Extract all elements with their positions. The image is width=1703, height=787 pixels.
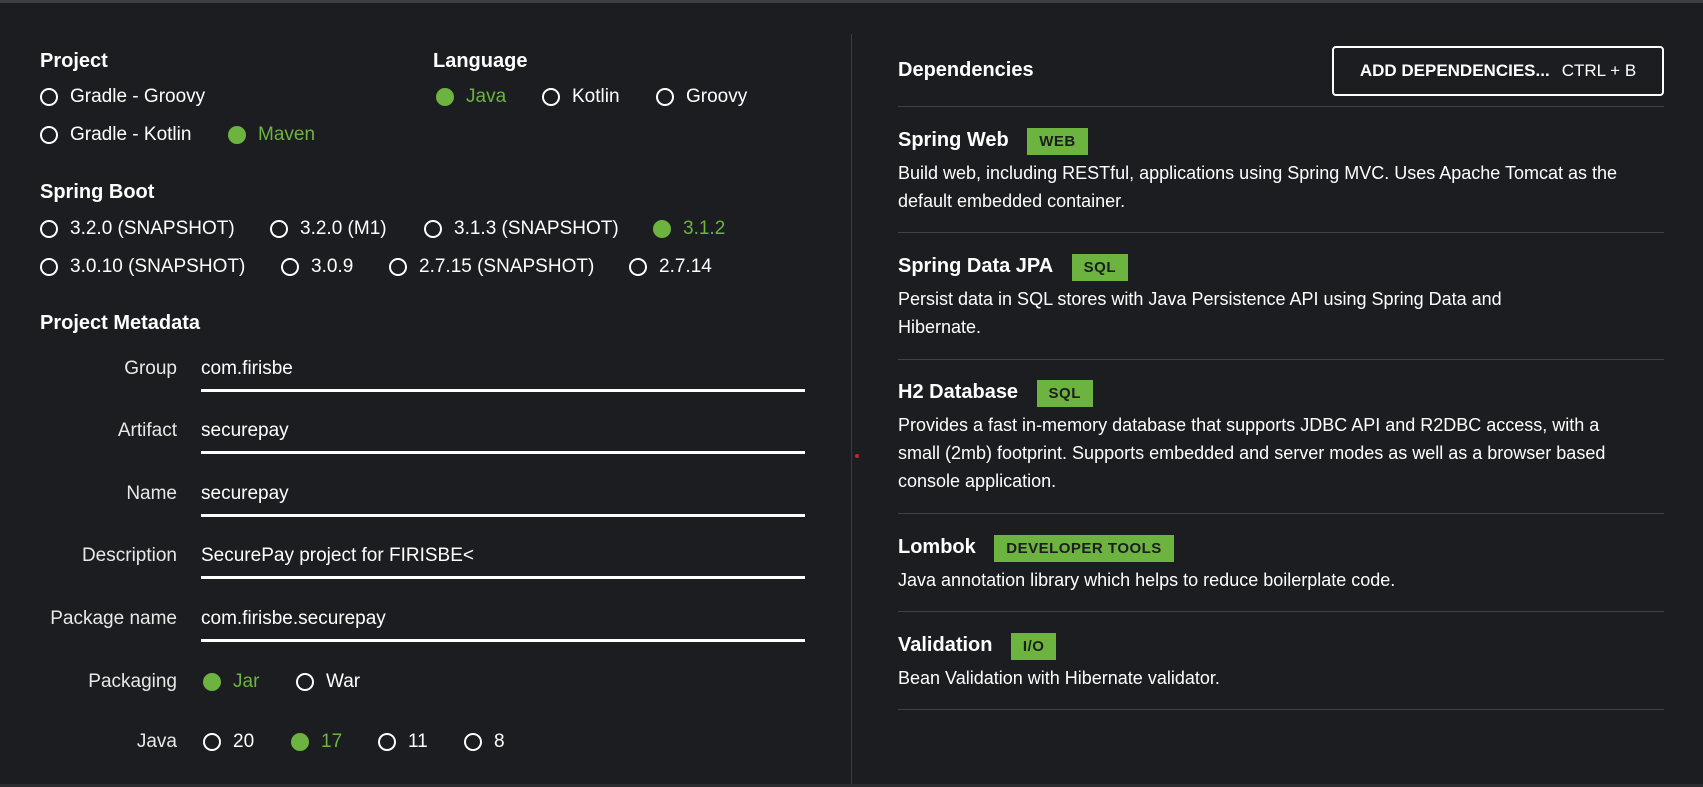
radio-selected-icon — [228, 126, 246, 144]
radio-label: 20 — [233, 731, 255, 752]
project-option-maven[interactable]: Maven — [228, 124, 315, 146]
dependency-separator — [898, 611, 1664, 612]
dependency-name: Spring Data JPA — [898, 255, 1054, 277]
radio-icon — [629, 258, 647, 276]
packaging-label: Packaging — [88, 671, 177, 692]
radio-label: Kotlin — [572, 86, 620, 107]
radio-icon — [203, 733, 221, 751]
radio-label: Jar — [233, 671, 260, 692]
radio-selected-icon — [291, 733, 309, 751]
dependency-item-h2-database[interactable]: H2 Database SQL Provides a fast in-memor… — [898, 380, 1618, 495]
boot-option-3-0-9[interactable]: 3.0.9 — [281, 256, 353, 278]
dependency-tag: SQL — [1036, 380, 1093, 407]
description-label: Description — [81, 545, 177, 566]
radio-label: 3.1.2 — [683, 218, 726, 239]
package-name-input[interactable]: com.firisbe.securepay — [201, 608, 805, 642]
packaging-option-jar[interactable]: Jar — [203, 671, 259, 693]
dependency-name: Spring Web — [898, 129, 1009, 151]
radio-icon — [389, 258, 407, 276]
radio-icon — [542, 88, 560, 106]
boot-option-3-1-2[interactable]: 3.1.2 — [653, 218, 725, 240]
boot-option-2-7-15-snapshot[interactable]: 2.7.15 (SNAPSHOT) — [389, 256, 594, 278]
radio-icon — [270, 220, 288, 238]
radio-icon — [424, 220, 442, 238]
radio-icon — [464, 733, 482, 751]
boot-option-3-2-0-m1[interactable]: 3.2.0 (M1) — [270, 218, 387, 240]
radio-label: Java — [466, 86, 507, 107]
boot-option-3-1-3-snapshot[interactable]: 3.1.3 (SNAPSHOT) — [424, 218, 619, 240]
add-dependencies-button[interactable]: ADD DEPENDENCIES... CTRL + B — [1332, 46, 1664, 96]
language-title: Language — [433, 50, 528, 72]
radio-label: 2.7.14 — [659, 256, 712, 277]
dependency-tag: SQL — [1071, 254, 1129, 281]
language-option-java[interactable]: Java — [436, 86, 506, 108]
dependency-name: Lombok — [898, 536, 976, 558]
metadata-labels: Group Artifact Name Description Package … — [0, 0, 177, 787]
packaging-option-war[interactable]: War — [296, 671, 360, 693]
radio-label: 3.2.0 (M1) — [300, 218, 387, 239]
java-option-17[interactable]: 17 — [291, 731, 342, 753]
dependency-item-validation[interactable]: Validation I/O Bean Validation with Hibe… — [898, 633, 1618, 692]
dependency-separator — [898, 513, 1664, 514]
radio-label: Groovy — [686, 86, 748, 107]
artifact-input[interactable]: securepay — [201, 420, 805, 454]
java-option-8[interactable]: 8 — [464, 731, 505, 753]
shortcut-label: CTRL + B — [1561, 61, 1637, 80]
dependency-name: H2 Database — [898, 381, 1019, 403]
dependency-tag: I/O — [1010, 633, 1057, 660]
dependencies-separator — [898, 106, 1664, 107]
dependency-description: Provides a fast in-memory database that … — [898, 415, 1606, 491]
column-divider — [851, 34, 852, 784]
dependency-separator — [898, 232, 1664, 233]
radio-label: 2.7.15 (SNAPSHOT) — [419, 256, 595, 277]
dependency-item-spring-data-jpa[interactable]: Spring Data JPA SQL Persist data in SQL … — [898, 254, 1578, 341]
dependency-description: Bean Validation with Hibernate validator… — [898, 668, 1220, 688]
dependency-separator — [898, 359, 1664, 360]
radio-selected-icon — [653, 220, 671, 238]
dependency-item-lombok[interactable]: Lombok DEVELOPER TOOLS Java annotation l… — [898, 535, 1618, 594]
java-option-20[interactable]: 20 — [203, 731, 254, 753]
radio-icon — [281, 258, 299, 276]
dependency-description: Build web, including RESTful, applicatio… — [898, 163, 1618, 211]
radio-label: 17 — [321, 731, 343, 752]
radio-label: Maven — [258, 124, 316, 145]
dependency-separator — [898, 709, 1664, 710]
radio-selected-icon — [436, 88, 454, 106]
dependency-description: Java annotation library which helps to r… — [898, 570, 1396, 590]
dependency-description: Persist data in SQL stores with Java Per… — [898, 289, 1502, 337]
radio-label: War — [326, 671, 361, 692]
dependency-tag: WEB — [1027, 128, 1088, 155]
artifact-label: Artifact — [117, 420, 177, 441]
language-option-groovy[interactable]: Groovy — [656, 86, 747, 108]
dependency-name: Validation — [898, 634, 993, 656]
radio-icon — [656, 88, 674, 106]
name-label: Name — [126, 483, 177, 504]
radio-label: 11 — [408, 731, 428, 752]
radio-label: 8 — [494, 731, 505, 752]
radio-label: 3.1.3 (SNAPSHOT) — [454, 218, 619, 239]
dependencies-title: Dependencies — [898, 59, 1034, 81]
radio-label: 3.0.9 — [311, 256, 354, 277]
java-label: Java — [136, 731, 177, 752]
cursor-marker — [855, 454, 859, 458]
boot-option-2-7-14[interactable]: 2.7.14 — [629, 256, 712, 278]
name-input[interactable]: securepay — [201, 483, 805, 517]
description-input[interactable]: SecurePay project for FIRISBE< — [201, 545, 805, 579]
language-option-kotlin[interactable]: Kotlin — [542, 86, 620, 108]
dependency-item-spring-web[interactable]: Spring Web WEB Build web, including REST… — [898, 128, 1618, 215]
add-dependencies-label: ADD DEPENDENCIES... — [1359, 61, 1550, 80]
package-name-label: Package name — [50, 608, 177, 629]
group-label: Group — [124, 358, 177, 379]
radio-icon — [296, 673, 314, 691]
dependency-tag: DEVELOPER TOOLS — [994, 535, 1174, 562]
java-option-11[interactable]: 11 — [378, 731, 428, 753]
top-border — [0, 0, 1703, 3]
group-input[interactable]: com.firisbe — [201, 358, 805, 392]
radio-selected-icon — [203, 673, 221, 691]
radio-icon — [378, 733, 396, 751]
